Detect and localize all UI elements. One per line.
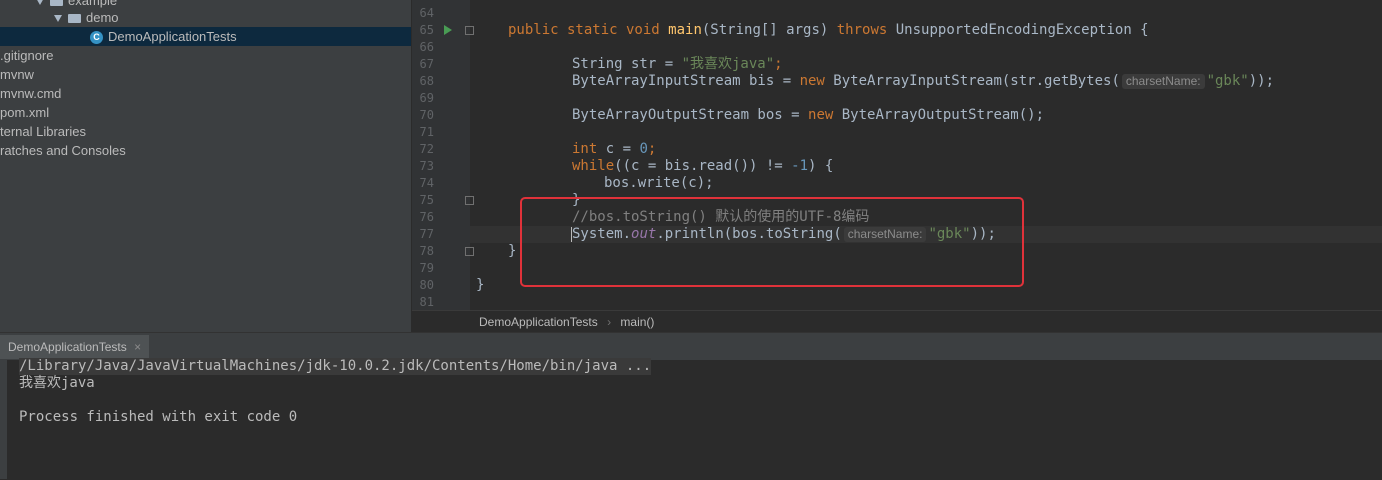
run-tab-bar bbox=[0, 333, 1382, 360]
tree-item-label: example bbox=[68, 0, 118, 8]
code-line-73: while((c = bis.read()) != -1) { bbox=[572, 158, 834, 174]
line-number: 64 bbox=[419, 6, 434, 20]
line-number: 73 bbox=[419, 159, 434, 173]
line-number: 74 bbox=[419, 176, 434, 190]
class-icon: C bbox=[90, 31, 103, 45]
line-number: 75 bbox=[419, 193, 434, 207]
line-number: 67 bbox=[419, 57, 434, 71]
code-line-74: bos.write(c); bbox=[604, 175, 714, 191]
line-number: 77 bbox=[419, 227, 434, 241]
breadcrumb: DemoApplicationTests › main() bbox=[412, 310, 1382, 333]
breadcrumb-separator: › bbox=[607, 315, 612, 329]
line-number: 81 bbox=[419, 295, 434, 309]
line-number: 66 bbox=[419, 40, 434, 54]
tree-item-scratches-and-consoles[interactable]: ratches and Consoles bbox=[0, 141, 126, 160]
console-output-line: 我喜欢java bbox=[19, 375, 95, 391]
expand-arrow-icon[interactable] bbox=[54, 15, 62, 23]
tree-item-gitignore[interactable]: .gitignore bbox=[0, 46, 53, 65]
console-exit-line: Process finished with exit code 0 bbox=[19, 409, 298, 425]
tree-item-label: DemoApplicationTests bbox=[108, 29, 237, 44]
tree-item-mvnw-cmd[interactable]: mvnw.cmd bbox=[0, 84, 61, 103]
code-line-72: int c = 0; bbox=[572, 141, 657, 157]
annotation-highlight-box bbox=[520, 197, 1024, 287]
line-number: 68 bbox=[419, 74, 434, 88]
fold-icon[interactable] bbox=[465, 26, 474, 35]
project-tree-panel: example demo C DemoApplicationTests .giti… bbox=[0, 0, 411, 332]
line-number: 65 bbox=[419, 23, 434, 37]
tree-item-label: demo bbox=[86, 10, 119, 25]
line-number: 80 bbox=[419, 278, 434, 292]
code-line-80: } bbox=[476, 277, 485, 293]
run-gutter-icon[interactable] bbox=[444, 25, 452, 35]
line-number: 71 bbox=[419, 125, 434, 139]
code-line-78: } bbox=[508, 243, 517, 259]
close-icon[interactable]: × bbox=[134, 340, 141, 354]
tree-item-mvnw[interactable]: mvnw bbox=[0, 65, 34, 84]
line-number: 76 bbox=[419, 210, 434, 224]
line-number: 78 bbox=[419, 244, 434, 258]
breadcrumb-item-class[interactable]: DemoApplicationTests bbox=[479, 315, 598, 329]
tree-item-pom-xml[interactable]: pom.xml bbox=[0, 103, 49, 122]
code-line-70: ByteArrayOutputStream bos = new ByteArra… bbox=[572, 107, 1045, 123]
code-line-65: public static void main(String[] args) t… bbox=[508, 22, 1149, 38]
line-number: 79 bbox=[419, 261, 434, 275]
code-line-67: String str = "我喜欢java"; bbox=[572, 56, 783, 72]
tree-item-label: pom.xml bbox=[0, 105, 50, 120]
folder-icon bbox=[68, 14, 81, 24]
tree-item-label: mvnw bbox=[0, 67, 34, 82]
run-tab-label: DemoApplicationTests bbox=[8, 340, 127, 354]
tree-item-label: .gitignore bbox=[0, 48, 54, 63]
parameter-hint: charsetName: bbox=[1121, 74, 1205, 89]
fold-icon[interactable] bbox=[465, 247, 474, 256]
line-number: 69 bbox=[419, 91, 434, 105]
tree-item-label: ternal Libraries bbox=[0, 124, 86, 139]
folder-icon bbox=[50, 0, 63, 7]
run-toolbar-strip bbox=[0, 360, 7, 479]
fold-icon[interactable] bbox=[465, 196, 474, 205]
run-tab-demoapplicationtests[interactable]: DemoApplicationTests × bbox=[0, 335, 150, 359]
line-number: 70 bbox=[419, 108, 434, 122]
expand-arrow-icon[interactable] bbox=[36, 0, 44, 6]
tree-item-label: ratches and Consoles bbox=[0, 143, 126, 158]
tree-item-external-libraries[interactable]: ternal Libraries bbox=[0, 122, 86, 141]
tree-item-label: mvnw.cmd bbox=[0, 86, 62, 101]
line-number: 72 bbox=[419, 142, 434, 156]
tree-item-demo[interactable]: demo bbox=[54, 8, 119, 27]
code-line-68: ByteArrayInputStream bis = new ByteArray… bbox=[572, 73, 1275, 89]
tree-item-demoapplicationtests[interactable]: C DemoApplicationTests bbox=[0, 27, 411, 46]
breadcrumb-item-method[interactable]: main() bbox=[620, 315, 654, 329]
console-command-line: /Library/Java/JavaVirtualMachines/jdk-10… bbox=[19, 358, 652, 375]
